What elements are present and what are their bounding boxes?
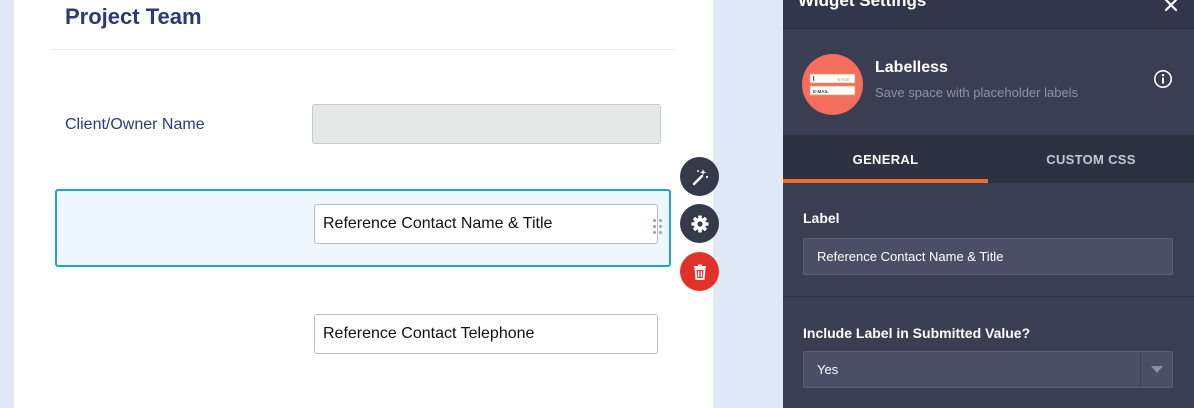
- title-divider: [50, 49, 675, 50]
- widget-description: Save space with placeholder labels: [875, 85, 1079, 100]
- labelless-logo: NAME E-MAIL: [802, 54, 863, 115]
- drag-handle[interactable]: [653, 219, 663, 237]
- widget-info: NAME E-MAIL Labelless Save space with pl…: [783, 29, 1194, 135]
- panel-title: Widget Settings: [798, 0, 927, 10]
- tab-general[interactable]: GENERAL: [783, 135, 988, 183]
- reference-contact-name-input[interactable]: [314, 204, 658, 244]
- tab-custom-css[interactable]: CUSTOM CSS: [988, 135, 1194, 183]
- dropdown-arrow-icon: [1140, 352, 1172, 387]
- form-canvas: Project Team Client/Owner Name: [0, 0, 783, 408]
- label-input[interactable]: Reference Contact Name & Title: [803, 238, 1173, 275]
- include-label-selected-value: Yes: [817, 362, 839, 377]
- reference-contact-telephone-input[interactable]: [314, 314, 658, 354]
- trash-icon: [693, 264, 706, 280]
- widget-settings-panel: Widget Settings NAME E-MAIL Labelless Sa…: [783, 0, 1194, 408]
- label-heading: Label: [803, 210, 840, 226]
- logo-name-text: NAME: [837, 77, 850, 82]
- field-wizard-button[interactable]: [680, 157, 719, 196]
- magic-wand-icon: [692, 168, 708, 185]
- field-settings-button[interactable]: [680, 204, 719, 243]
- close-panel-button[interactable]: [1159, 0, 1183, 16]
- close-icon: [1164, 0, 1178, 12]
- form-section-title: Project Team: [65, 4, 202, 29]
- client-owner-input[interactable]: [312, 104, 661, 144]
- panel-header: Widget Settings: [783, 0, 1194, 29]
- label-section: Label Reference Contact Name & Title: [783, 183, 1194, 297]
- include-label-heading: Include Label in Submitted Value?: [803, 325, 1031, 341]
- widget-name: Labelless: [875, 59, 948, 76]
- settings-tabs: GENERAL CUSTOM CSS: [783, 135, 1194, 183]
- delete-field-button[interactable]: [680, 252, 719, 291]
- gear-icon: [691, 215, 708, 232]
- logo-email-text: E-MAIL: [813, 89, 829, 94]
- client-owner-label: Client/Owner Name: [65, 116, 205, 133]
- include-label-select[interactable]: Yes: [803, 351, 1173, 388]
- form-card: Project Team Client/Owner Name: [14, 0, 713, 408]
- include-label-section: Include Label in Submitted Value? Yes: [783, 298, 1194, 408]
- info-icon[interactable]: [1153, 69, 1173, 89]
